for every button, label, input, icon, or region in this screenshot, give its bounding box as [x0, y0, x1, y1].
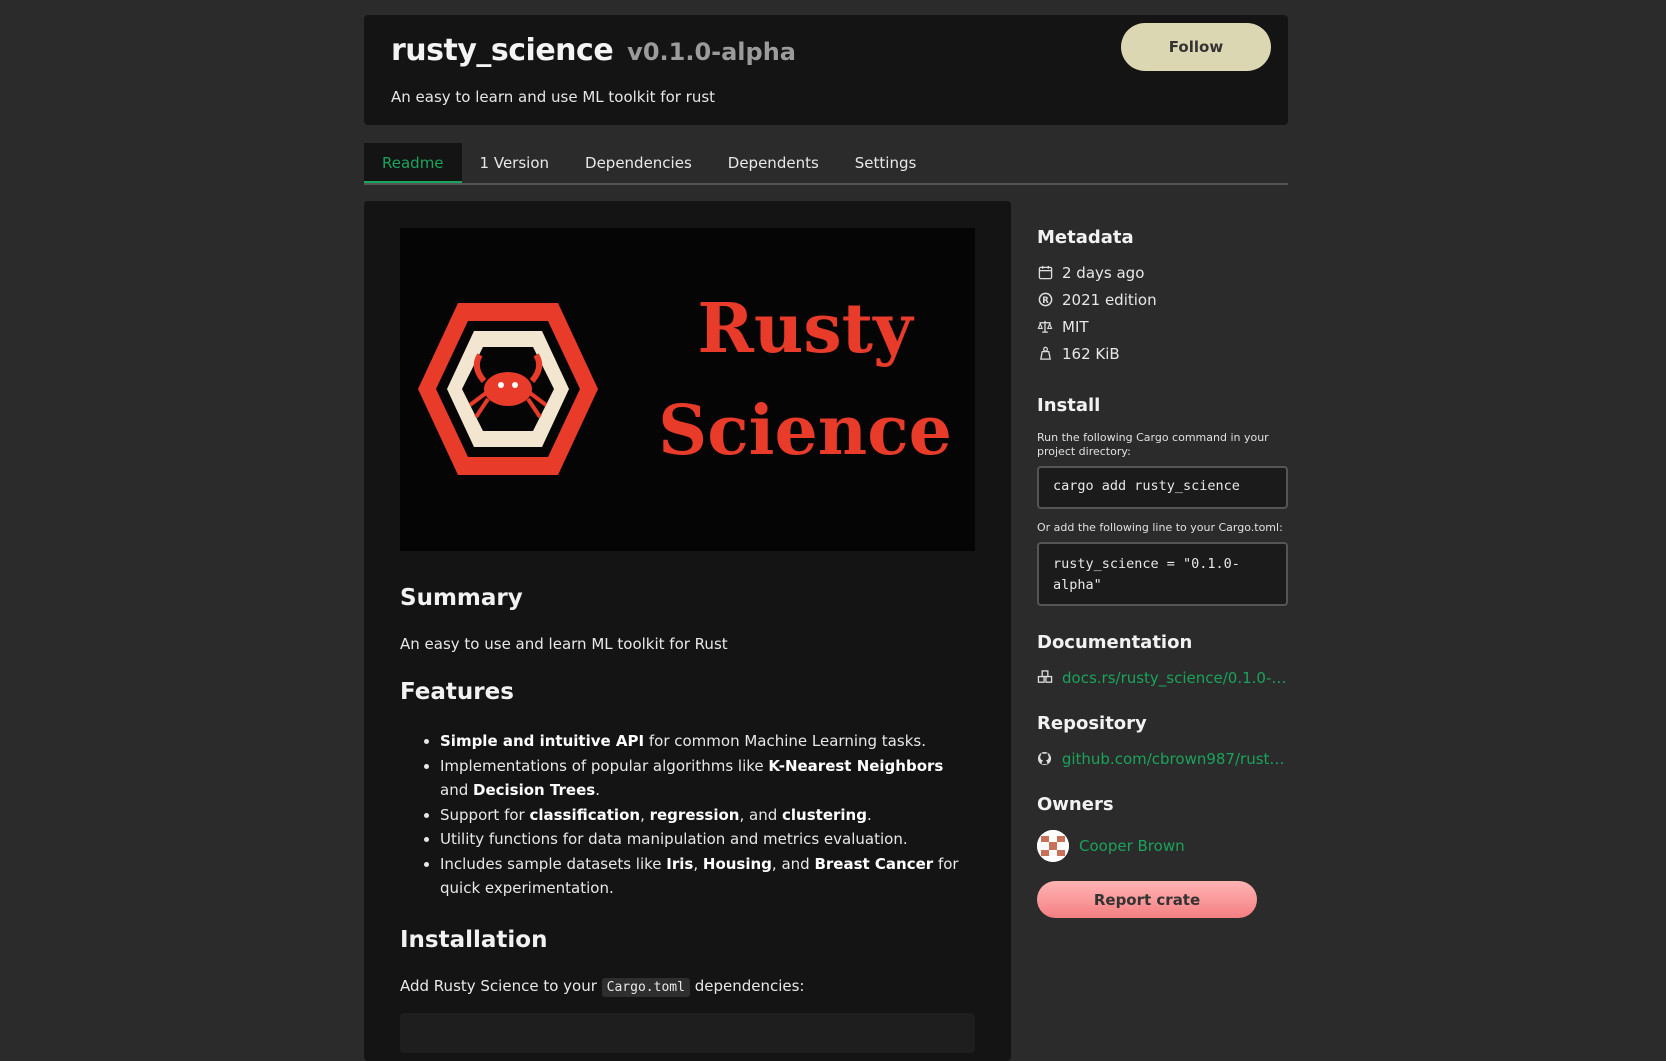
list-item: Simple and intuitive API for common Mach…: [440, 729, 975, 754]
tab-versions[interactable]: 1 Version: [462, 143, 567, 183]
crate-name: rusty_science: [391, 33, 614, 68]
weight-icon: [1037, 346, 1053, 362]
toml-line[interactable]: rusty_science = "0.1.0-alpha": [1037, 542, 1288, 606]
owners-heading: Owners: [1037, 794, 1114, 815]
follow-button[interactable]: Follow: [1121, 23, 1271, 71]
install-heading: Install: [1037, 395, 1101, 416]
features-list: Simple and intuitive API for common Mach…: [400, 729, 975, 901]
crab-hexagon-logo-icon: [418, 303, 598, 475]
list-item: Implementations of popular algorithms li…: [440, 754, 975, 803]
published-date: 2 days ago: [1037, 259, 1288, 286]
summary-heading: Summary: [400, 585, 523, 611]
edition: R 2021 edition: [1037, 286, 1288, 313]
list-item: Includes sample datasets like Iris, Hous…: [440, 852, 975, 901]
banner-line-2: Science: [658, 391, 952, 471]
tab-readme[interactable]: Readme: [364, 143, 462, 183]
github-icon: [1037, 751, 1053, 767]
banner-title: Rusty Science: [650, 278, 960, 482]
repository-row: github.com/cbrown987/rusty...: [1037, 745, 1288, 772]
banner-line-1: Rusty: [697, 289, 913, 369]
list-item: Utility functions for data manipulation …: [440, 827, 975, 852]
readme-panel: Rusty Science Summary An easy to use and…: [364, 201, 1011, 1061]
install-command[interactable]: cargo add rusty_science: [1037, 466, 1288, 509]
list-item: Support for classification, regression, …: [440, 803, 975, 828]
report-crate-button[interactable]: Report crate: [1037, 881, 1257, 918]
svg-text:R: R: [1042, 295, 1049, 305]
avatar: [1037, 830, 1069, 862]
docs-rs-icon: [1037, 670, 1053, 686]
cargo-toml-code: Cargo.toml: [601, 977, 690, 997]
code-block: [400, 1012, 975, 1053]
tab-bar: Readme 1 Version Dependencies Dependents…: [364, 143, 1288, 185]
documentation-link[interactable]: docs.rs/rusty_science/0.1.0-a...: [1062, 669, 1288, 687]
tab-dependents[interactable]: Dependents: [710, 143, 837, 183]
tab-dependencies[interactable]: Dependencies: [567, 143, 710, 183]
owner-item[interactable]: Cooper Brown: [1037, 830, 1288, 862]
readme-banner-image: Rusty Science: [400, 228, 975, 551]
metadata-heading: Metadata: [1037, 227, 1134, 248]
crate-version: v0.1.0-alpha: [627, 38, 796, 66]
tab-settings[interactable]: Settings: [837, 143, 935, 183]
repository-heading: Repository: [1037, 713, 1147, 734]
features-heading: Features: [400, 679, 514, 705]
page: rusty_science v0.1.0-alpha An easy to le…: [364, 15, 1288, 1061]
documentation-heading: Documentation: [1037, 632, 1193, 653]
scale-icon: [1037, 319, 1053, 335]
summary-text: An easy to use and learn ML toolkit for …: [400, 635, 728, 653]
documentation-row: docs.rs/rusty_science/0.1.0-a...: [1037, 664, 1288, 691]
crate-header: rusty_science v0.1.0-alpha An easy to le…: [364, 15, 1288, 125]
crate-size: 162 KiB: [1037, 340, 1288, 367]
owner-name-link[interactable]: Cooper Brown: [1079, 837, 1185, 855]
sidebar: Metadata 2 days ago R 2021 edition MIT 1…: [1037, 227, 1288, 918]
installation-heading: Installation: [400, 926, 548, 953]
rust-logo-icon: R: [1037, 292, 1053, 308]
crate-description: An easy to learn and use ML toolkit for …: [391, 88, 716, 106]
repository-link[interactable]: github.com/cbrown987/rusty...: [1062, 750, 1288, 768]
installation-text: Add Rusty Science to your Cargo.toml dep…: [400, 976, 805, 997]
license: MIT: [1037, 313, 1288, 340]
install-hint: Run the following Cargo command in your …: [1037, 431, 1269, 458]
toml-hint: Or add the following line to your Cargo.…: [1037, 521, 1283, 534]
calendar-icon: [1037, 265, 1053, 281]
